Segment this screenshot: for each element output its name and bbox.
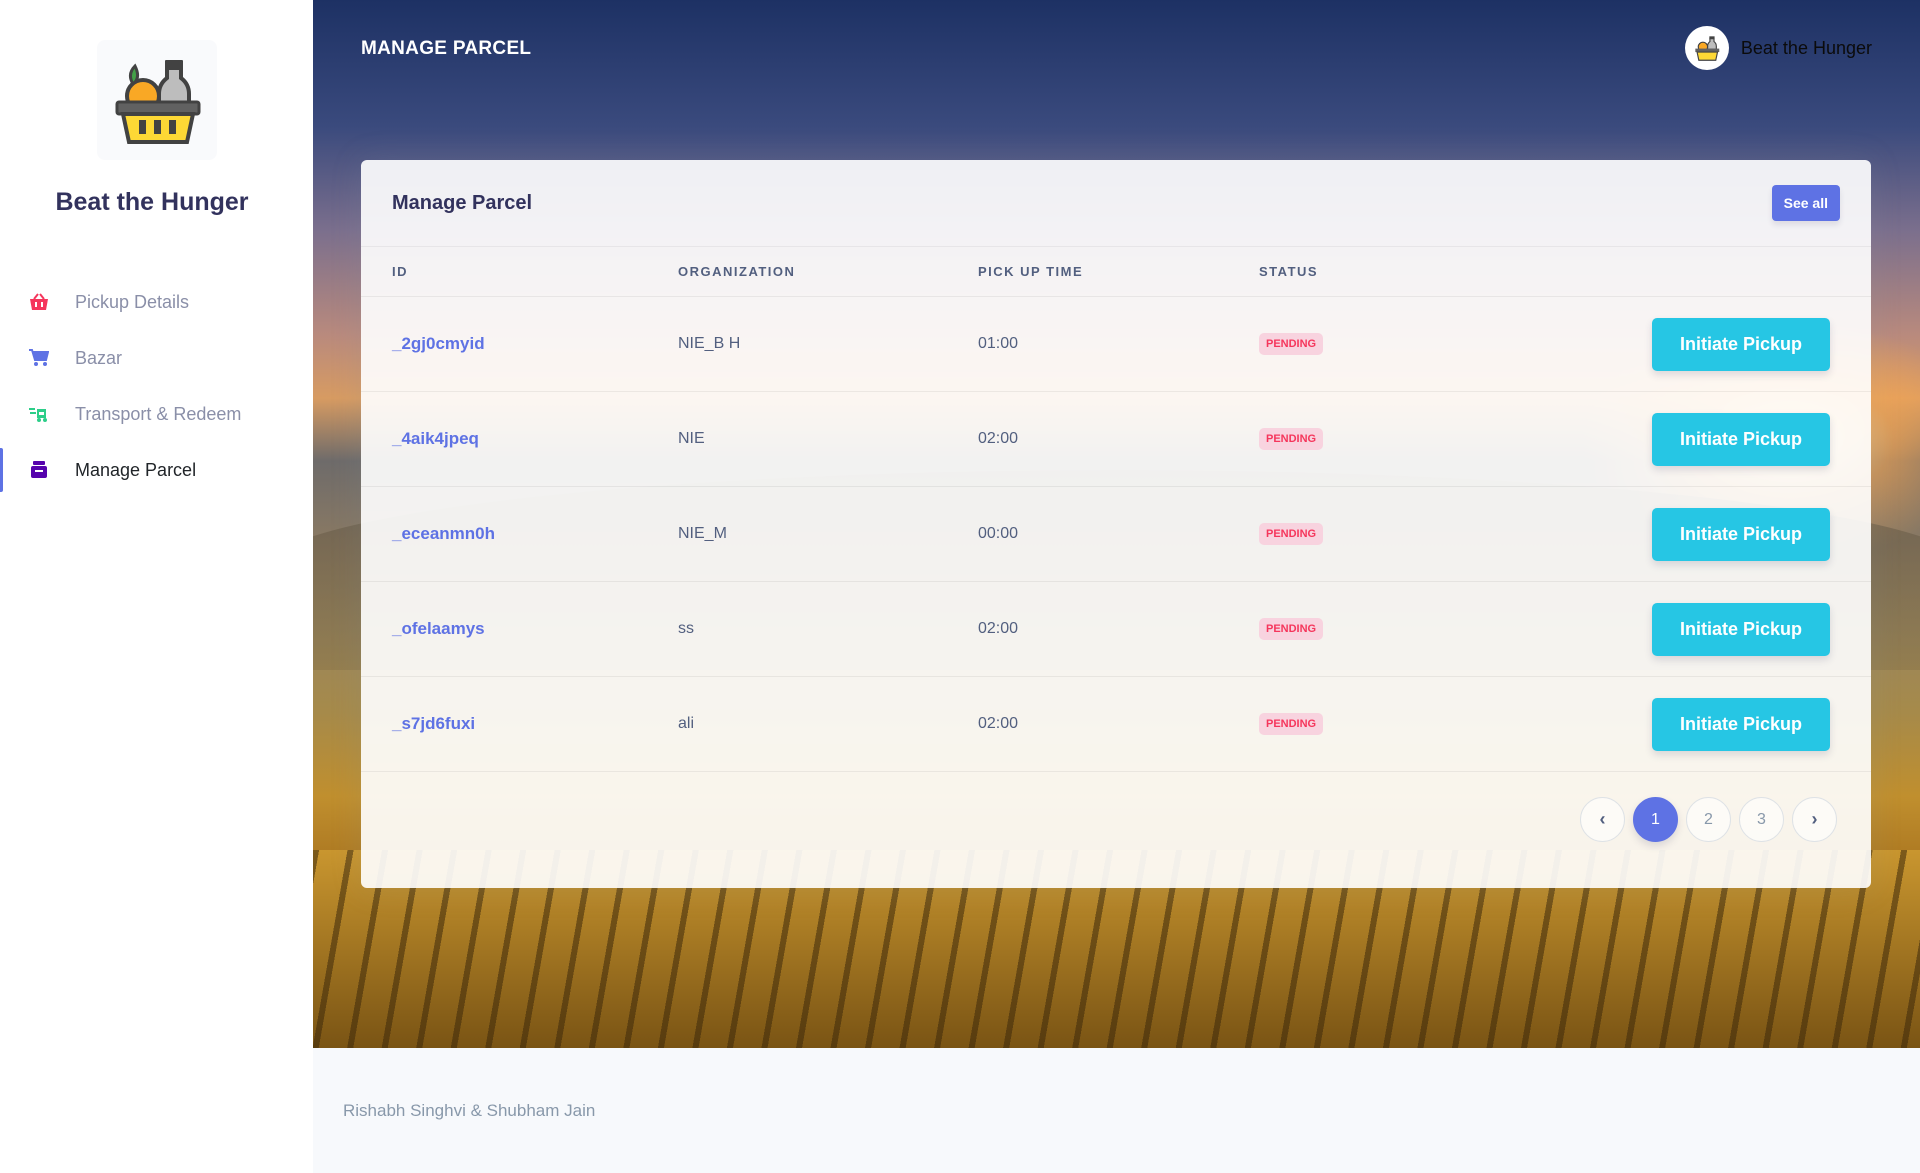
status-badge: PENDING (1259, 428, 1324, 450)
initiate-pickup-button[interactable]: Initiate Pickup (1652, 697, 1830, 751)
initiate-pickup-button[interactable]: Initiate Pickup (1652, 412, 1830, 466)
truck-money-icon (28, 403, 50, 425)
column-header-id: ID (392, 264, 408, 279)
column-header-organization: ORGANIZATION (678, 264, 796, 279)
pagination: ‹ 1 2 3 › (1580, 797, 1837, 842)
table-row: _ofelaamys ss 02:00 PENDING Initiate Pic… (361, 582, 1871, 677)
card-title: Manage Parcel (392, 191, 533, 214)
pickup-time-cell: 01:00 (978, 335, 1019, 352)
table-row: _s7jd6fuxi ali 02:00 PENDING Initiate Pi… (361, 677, 1871, 772)
sidebar-item-label: Pickup Details (75, 291, 190, 312)
card-header: Manage Parcel See all (361, 160, 1871, 247)
parcel-id-link[interactable]: _s7jd6fuxi (392, 714, 475, 734)
sidebar-nav: Pickup Details Bazar Transport & Redeem … (0, 274, 313, 498)
organization-cell: NIE_M (678, 525, 727, 542)
page-title[interactable]: MANAGE PARCEL (361, 38, 531, 60)
see-all-button[interactable]: See all (1771, 185, 1840, 221)
status-badge: PENDING (1259, 618, 1324, 640)
basket-logo-icon (115, 60, 201, 144)
status-badge: PENDING (1259, 333, 1324, 355)
sidebar: Beat the Hunger Pickup Details Bazar Tra… (0, 0, 313, 1173)
brand-name[interactable]: Beat the Hunger (0, 188, 304, 217)
user-name[interactable]: Beat the Hunger (1741, 38, 1872, 59)
page-button-3[interactable]: 3 (1739, 797, 1784, 842)
parcel-id-link[interactable]: _4aik4jpeq (392, 429, 479, 449)
hero-background: MANAGE PARCEL Beat the Hunger Manage Par… (313, 0, 1920, 1048)
footer-credits: Rishabh Singhvi & Shubham Jain (343, 1101, 596, 1120)
parcel-icon (28, 459, 50, 481)
status-badge: PENDING (1259, 523, 1324, 545)
initiate-pickup-button[interactable]: Initiate Pickup (1652, 602, 1830, 656)
basket-icon (28, 291, 50, 313)
sidebar-item-manage-parcel[interactable]: Manage Parcel (0, 442, 313, 498)
table-header: ID ORGANIZATION PICK UP TIME STATUS (361, 247, 1871, 297)
organization-cell: NIE (678, 430, 705, 447)
sidebar-item-transport-redeem[interactable]: Transport & Redeem (0, 386, 313, 442)
cart-icon (28, 347, 50, 369)
brand-logo[interactable] (97, 40, 217, 160)
pickup-time-cell: 00:00 (978, 525, 1019, 542)
sidebar-item-bazar[interactable]: Bazar (0, 330, 313, 386)
avatar[interactable] (1684, 26, 1729, 70)
initiate-pickup-button[interactable]: Initiate Pickup (1652, 317, 1830, 371)
sidebar-item-label: Bazar (75, 347, 123, 368)
table-row: _2gj0cmyid NIE_B H 01:00 PENDING Initiat… (361, 297, 1871, 392)
sidebar-item-label: Transport & Redeem (75, 403, 242, 424)
basket-logo-icon (1695, 36, 1720, 61)
parcel-id-link[interactable]: _eceanmn0h (392, 524, 495, 544)
sidebar-item-label: Manage Parcel (75, 459, 197, 480)
table-row: _eceanmn0h NIE_M 00:00 PENDING Initiate … (361, 487, 1871, 582)
status-badge: PENDING (1259, 713, 1324, 735)
chevron-right-icon[interactable]: › (1792, 797, 1837, 842)
organization-cell: ali (678, 715, 695, 732)
column-header-status: STATUS (1259, 264, 1319, 279)
pickup-time-cell: 02:00 (978, 620, 1019, 637)
pickup-time-cell: 02:00 (978, 715, 1019, 732)
organization-cell: NIE_B H (678, 335, 741, 352)
parcel-id-link[interactable]: _ofelaamys (392, 619, 485, 639)
pickup-time-cell: 02:00 (978, 430, 1019, 447)
footer: Rishabh Singhvi & Shubham Jain (313, 1048, 1920, 1173)
page-button-2[interactable]: 2 (1686, 797, 1731, 842)
sidebar-item-pickup-details[interactable]: Pickup Details (0, 274, 313, 330)
main-content: MANAGE PARCEL Beat the Hunger Manage Par… (313, 0, 1920, 1173)
organization-cell: ss (678, 620, 694, 637)
table-row: _4aik4jpeq NIE 02:00 PENDING Initiate Pi… (361, 392, 1871, 487)
parcel-id-link[interactable]: _2gj0cmyid (392, 334, 485, 354)
manage-parcel-card: Manage Parcel See all ID ORGANIZATION PI… (361, 160, 1871, 888)
chevron-left-icon[interactable]: ‹ (1580, 797, 1625, 842)
page-button-1[interactable]: 1 (1633, 797, 1678, 842)
column-header-pickup-time: PICK UP TIME (978, 264, 1084, 279)
user-menu[interactable]: Beat the Hunger (1684, 26, 1872, 70)
initiate-pickup-button[interactable]: Initiate Pickup (1652, 507, 1830, 561)
